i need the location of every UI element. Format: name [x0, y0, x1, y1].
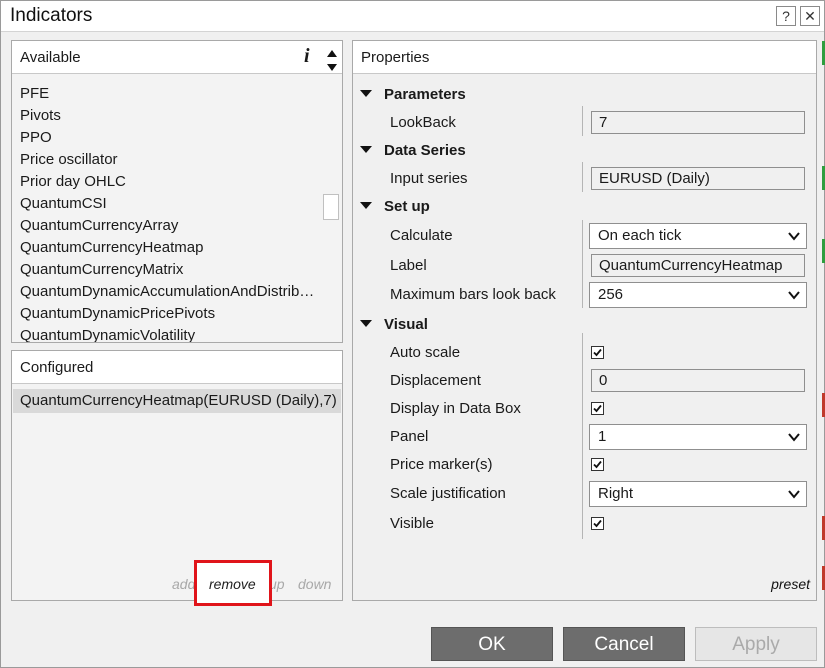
max-bars-label: Maximum bars look back	[390, 286, 556, 303]
section-data-series[interactable]: Data Series	[360, 142, 466, 159]
chevron-down-icon	[788, 433, 800, 442]
list-item[interactable]: QuantumDynamicAccumulationAndDistrib…	[20, 283, 314, 300]
list-item[interactable]: Pivots	[20, 107, 61, 124]
chevron-down-icon	[788, 232, 800, 241]
price-marker-checkbox[interactable]	[591, 458, 604, 471]
ok-button[interactable]: OK	[431, 627, 553, 661]
chevron-down-icon	[788, 291, 800, 300]
collapse-triangle-icon[interactable]	[360, 201, 372, 209]
title-bar: Indicators ? ✕	[1, 1, 824, 32]
list-item[interactable]: Price oscillator	[20, 151, 118, 168]
checkmark-icon	[593, 348, 602, 357]
cancel-button[interactable]: Cancel	[563, 627, 685, 661]
info-icon[interactable]: i	[304, 45, 310, 68]
configured-title: Configured	[20, 359, 94, 376]
calculate-value: On each tick	[598, 227, 682, 244]
checkmark-icon	[593, 519, 602, 528]
panel-label: Panel	[390, 428, 429, 445]
lookback-label: LookBack	[390, 114, 456, 131]
calculate-select[interactable]: On each tick	[589, 223, 807, 249]
input-series-label: Input series	[390, 170, 468, 187]
section-setup[interactable]: Set up	[360, 198, 430, 215]
scale-justification-value: Right	[598, 485, 634, 502]
section-parameters[interactable]: Parameters	[360, 86, 466, 103]
list-item[interactable]: QuantumDynamicPricePivots	[20, 305, 215, 322]
displacement-label: Displacement	[390, 372, 481, 389]
list-item[interactable]: QuantumCurrencyMatrix	[20, 261, 183, 278]
data-box-label: Display in Data Box	[390, 400, 521, 417]
remove-highlight-box	[194, 560, 272, 606]
chevron-down-icon	[788, 490, 800, 499]
input-series-field[interactable]: EURUSD (Daily)	[591, 167, 805, 190]
list-item[interactable]: QuantumCurrencyHeatmap	[20, 239, 203, 256]
collapse-triangle-icon[interactable]	[360, 89, 372, 97]
help-button[interactable]: ?	[776, 6, 796, 26]
available-title: Available	[20, 49, 81, 66]
max-bars-value: 256	[598, 286, 624, 303]
label-label: Label	[390, 257, 427, 274]
calculate-label: Calculate	[390, 227, 453, 244]
panel-value: 1	[598, 428, 607, 445]
lookback-input[interactable]: 7	[591, 111, 805, 134]
scale-justification-select[interactable]: Right	[589, 481, 807, 507]
properties-title: Properties	[361, 49, 430, 66]
available-panel: Available i PFE Pivots PPO Price oscilla…	[11, 40, 343, 343]
auto-scale-checkbox[interactable]	[591, 346, 604, 359]
auto-scale-label: Auto scale	[390, 344, 461, 361]
visible-label: Visible	[390, 515, 434, 532]
close-button[interactable]: ✕	[800, 6, 820, 26]
indicators-dialog: Indicators ? ✕ Available i PFE Pivots PP…	[0, 0, 825, 668]
panel-select[interactable]: 1	[589, 424, 807, 450]
data-box-checkbox[interactable]	[591, 402, 604, 415]
grid-divider	[582, 106, 583, 136]
apply-button[interactable]: Apply	[695, 627, 817, 661]
max-bars-select[interactable]: 256	[589, 282, 807, 308]
section-visual[interactable]: Visual	[360, 316, 428, 333]
price-marker-label: Price marker(s)	[390, 456, 493, 473]
checkmark-icon	[593, 404, 602, 413]
down-button[interactable]: down	[298, 576, 331, 592]
add-button[interactable]: add	[172, 576, 195, 592]
configured-item-selected[interactable]: QuantumCurrencyHeatmap(EURUSD (Daily),7)	[13, 389, 341, 413]
list-item[interactable]: PPO	[20, 129, 52, 146]
available-header: Available i	[12, 41, 342, 74]
list-item[interactable]: QuantumCurrencyArray	[20, 217, 178, 234]
list-item[interactable]: QuantumDynamicVolatility	[20, 327, 195, 342]
scale-justification-label: Scale justification	[390, 485, 506, 502]
label-input[interactable]: QuantumCurrencyHeatmap	[591, 254, 805, 277]
properties-header: Properties	[353, 41, 816, 74]
checkmark-icon	[593, 460, 602, 469]
list-item[interactable]: QuantumCSI	[20, 195, 107, 212]
grid-divider	[582, 333, 583, 539]
configured-panel: Configured QuantumCurrencyHeatmap(EURUSD…	[11, 350, 343, 601]
available-list: PFE Pivots PPO Price oscillator Prior da…	[12, 74, 342, 342]
grid-divider	[582, 220, 583, 308]
property-grid: Parameters LookBack 7 Data Series Input …	[353, 74, 816, 600]
collapse-triangle-icon[interactable]	[360, 145, 372, 153]
available-scrollbar-thumb[interactable]	[323, 194, 339, 220]
configured-list	[12, 384, 342, 600]
configured-header: Configured	[12, 351, 342, 384]
properties-panel: Properties Parameters LookBack 7 Data Se…	[352, 40, 817, 601]
dialog-title: Indicators	[10, 5, 93, 26]
preset-link[interactable]: preset	[771, 576, 810, 592]
displacement-input[interactable]: 0	[591, 369, 805, 392]
grid-divider	[582, 162, 583, 192]
list-item[interactable]: Prior day OHLC	[20, 173, 126, 190]
collapse-triangle-icon[interactable]	[360, 319, 372, 327]
list-item[interactable]: PFE	[20, 85, 49, 102]
visible-checkbox[interactable]	[591, 517, 604, 530]
